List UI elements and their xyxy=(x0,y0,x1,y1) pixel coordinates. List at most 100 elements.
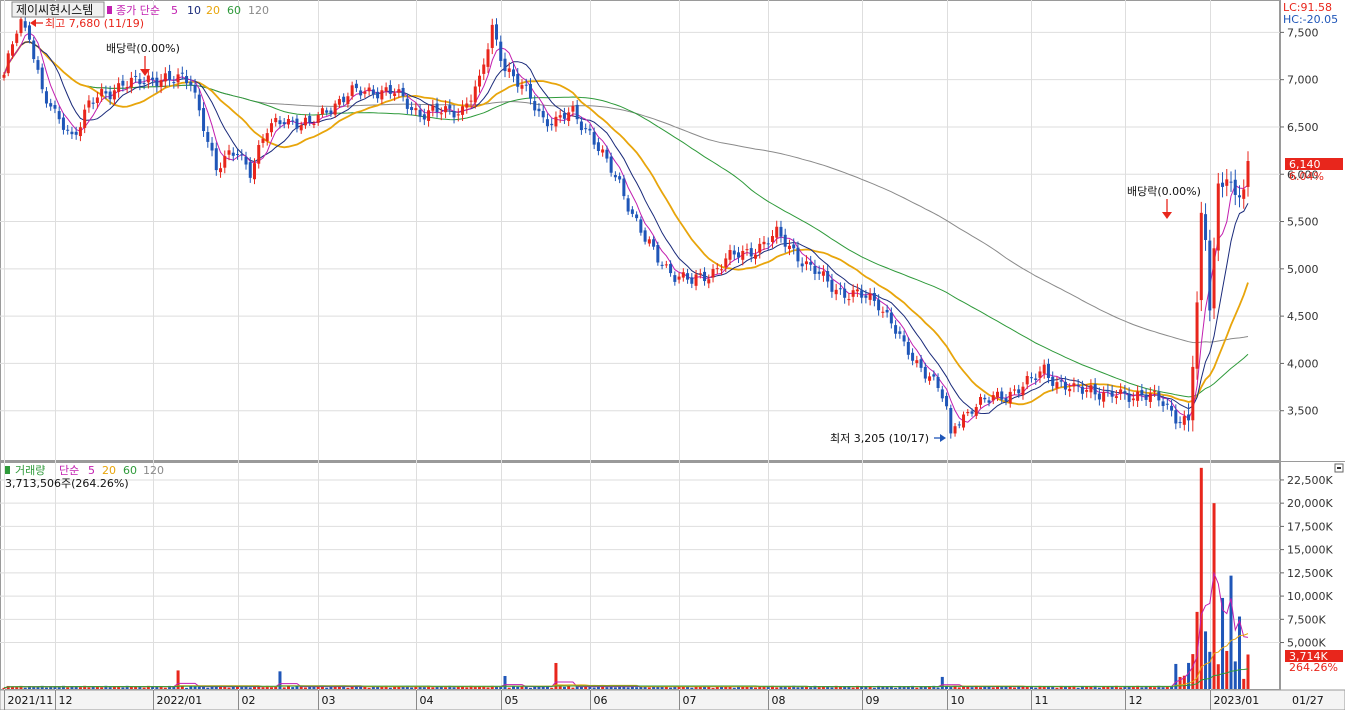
candle-up xyxy=(363,91,367,94)
candle-down xyxy=(1204,214,1208,240)
volume-bar xyxy=(528,687,532,689)
candle-down xyxy=(244,156,248,165)
candle-up xyxy=(1246,161,1250,187)
candle-down xyxy=(524,84,528,86)
volume-bar xyxy=(851,687,855,689)
volume-tick-label: 12,500K xyxy=(1287,567,1333,580)
candle-down xyxy=(940,389,944,399)
volume-bar xyxy=(452,687,456,689)
candle-up xyxy=(851,290,855,297)
candle-up xyxy=(1242,189,1246,199)
hc-label: HC:-20.05 xyxy=(1283,13,1338,26)
candle-up xyxy=(664,264,668,266)
volume-bar xyxy=(1140,687,1144,689)
candle-down xyxy=(210,142,214,151)
candle-up xyxy=(728,250,732,260)
candle-up xyxy=(991,395,995,401)
candle-down xyxy=(104,91,108,94)
candle-up xyxy=(269,123,273,133)
volume-bar xyxy=(333,686,337,689)
candle-up xyxy=(707,279,711,284)
volume-bar xyxy=(906,686,910,689)
volume-panel[interactable] xyxy=(0,462,1280,690)
volume-bar xyxy=(571,687,575,689)
volume-bar xyxy=(949,687,953,689)
volume-bar xyxy=(1212,503,1216,689)
candle-up xyxy=(711,269,715,278)
candle-down xyxy=(388,85,392,94)
candle-down xyxy=(737,252,741,258)
candle-up xyxy=(881,311,885,313)
candle-up xyxy=(129,77,133,88)
x-tick-label: 04 xyxy=(420,694,434,707)
candle-up xyxy=(558,115,562,118)
volume-bar xyxy=(227,687,231,689)
candle-down xyxy=(155,77,159,87)
candle-up xyxy=(350,85,354,96)
candle-up xyxy=(337,99,341,105)
candle-up xyxy=(681,272,685,278)
volume-bar xyxy=(1246,654,1250,689)
candle-down xyxy=(1187,414,1191,421)
candle-down xyxy=(499,41,503,61)
candle-down xyxy=(1051,376,1055,386)
candle-up xyxy=(490,24,494,48)
volume-bar xyxy=(605,687,609,689)
candle-down xyxy=(1029,377,1033,379)
candle-down xyxy=(206,132,210,142)
volume-legend-ma20: 20 xyxy=(102,464,116,477)
volume-bar xyxy=(78,687,82,689)
volume-bar xyxy=(957,687,961,689)
volume-bar xyxy=(312,686,316,689)
x-tick-label: 2021/11 xyxy=(8,694,54,707)
stock-name: 제이씨현시스템 xyxy=(16,3,93,17)
candle-down xyxy=(1170,405,1174,411)
candle-up xyxy=(804,261,808,265)
candle-up xyxy=(787,245,791,250)
candle-down xyxy=(376,91,380,99)
volume-bar xyxy=(401,686,405,689)
candle-down xyxy=(596,142,600,151)
volume-bar xyxy=(677,686,681,689)
candle-down xyxy=(652,239,656,247)
candle-down xyxy=(800,263,804,267)
stock-chart[interactable]: 7,5007,0006,5006,0005,5005,0004,5004,000… xyxy=(0,0,1345,710)
volume-bar xyxy=(669,687,673,689)
volume-bar xyxy=(915,687,919,689)
candle-down xyxy=(49,103,53,107)
volume-bar xyxy=(1131,687,1135,689)
candle-down xyxy=(957,424,961,426)
candle-up xyxy=(219,168,223,173)
volume-bar xyxy=(495,686,499,689)
candle-down xyxy=(528,83,532,99)
candle-up xyxy=(2,74,6,78)
volume-bar xyxy=(592,687,596,689)
candle-down xyxy=(630,209,634,214)
candle-down xyxy=(23,21,27,28)
candle-down xyxy=(796,247,800,262)
volume-bar xyxy=(507,687,511,689)
volume-bar xyxy=(1225,650,1229,689)
candle-down xyxy=(74,131,78,135)
candle-down xyxy=(813,265,817,274)
candle-down xyxy=(359,90,363,96)
candle-up xyxy=(507,68,511,72)
volume-bar xyxy=(991,687,995,689)
candle-down xyxy=(151,77,155,80)
volume-bar xyxy=(129,686,133,689)
candle-down xyxy=(537,108,541,112)
candle-up xyxy=(834,289,838,295)
candle-up xyxy=(95,97,99,104)
candle-down xyxy=(545,119,549,127)
candle-up xyxy=(15,33,19,43)
volume-bar xyxy=(1034,687,1038,689)
candle-down xyxy=(1004,398,1008,402)
candle-up xyxy=(953,426,957,434)
volume-bar xyxy=(380,686,384,689)
candle-up xyxy=(223,156,227,168)
legend-marker xyxy=(107,6,112,14)
volume-bar xyxy=(151,686,155,689)
candle-down xyxy=(898,331,902,334)
volume-bar xyxy=(711,687,715,689)
candle-up xyxy=(346,96,350,105)
